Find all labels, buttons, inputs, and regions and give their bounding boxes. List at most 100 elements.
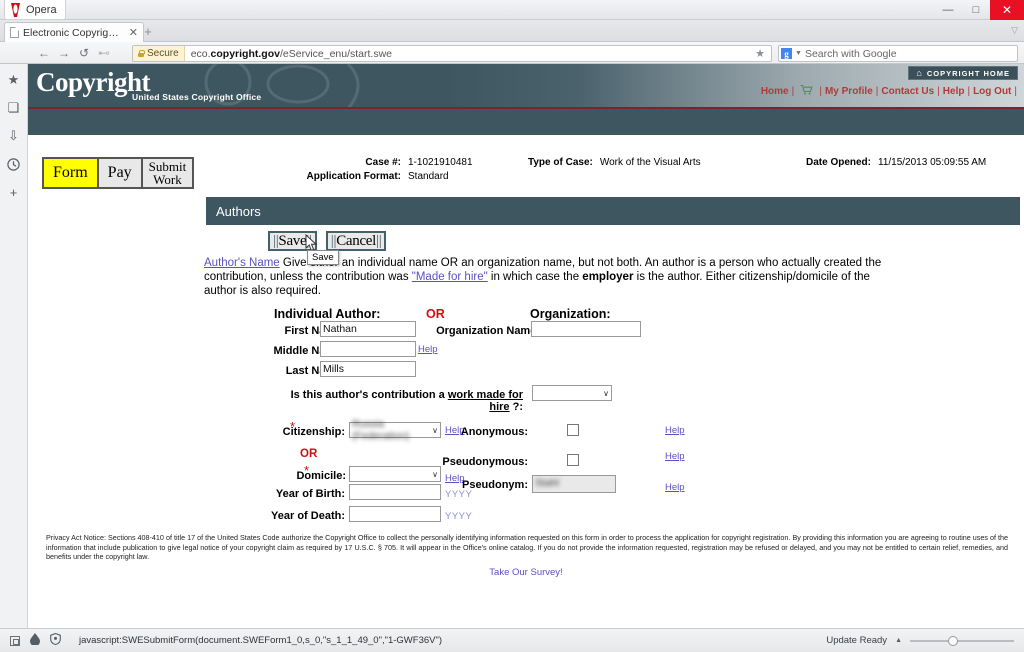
security-badge[interactable]: Secure (133, 46, 185, 61)
year-of-death-label: Year of Death: (271, 510, 345, 522)
extensions-icon[interactable]: ⊷ (94, 46, 114, 60)
status-caret-icon[interactable]: ▲ (895, 637, 902, 644)
work-for-hire-suffix: ?: (509, 401, 523, 413)
nav-link-contact-us[interactable]: Contact Us (881, 86, 934, 97)
authors-name-link[interactable]: Author's Name (204, 257, 280, 269)
work-for-hire-prefix: Is this author's contribution a (290, 389, 448, 401)
made-for-hire-link[interactable]: "Made for hire" (412, 271, 488, 283)
zoom-slider-track (910, 639, 1014, 642)
take-our-survey-link[interactable]: Take Our Survey! (28, 567, 1024, 578)
search-placeholder: Search with Google (804, 47, 897, 60)
sidebar-toggle-icon[interactable] (10, 635, 20, 646)
domicile-label: Domicile: (296, 470, 346, 482)
url-domain: copyright.gov (210, 47, 280, 60)
update-status-label[interactable]: Update Ready (826, 635, 887, 646)
header-dark-band (28, 109, 1024, 135)
type-of-case-label: Type of Case: (528, 157, 593, 168)
section-title: Authors (216, 203, 261, 219)
date-opened-label: Date Opened: (805, 157, 871, 168)
status-bar-right: Update Ready ▲ (826, 635, 1014, 647)
pseudonym-help-link[interactable]: Help (665, 482, 685, 493)
tab-menu-icon[interactable]: ▽ (1011, 25, 1018, 36)
nav-link-help[interactable]: Help (943, 86, 965, 97)
downloads-icon[interactable]: ⇩ (6, 128, 22, 144)
minimize-button[interactable]: — (934, 0, 962, 20)
privacy-act-notice: Privacy Act Notice: Sections 408-410 of … (46, 533, 1008, 562)
close-button[interactable]: ✕ (990, 0, 1024, 20)
nav-link-my-profile[interactable]: My Profile (825, 86, 873, 97)
type-of-case-value: Work of the Visual Arts (599, 157, 701, 168)
pseudonymous-checkbox[interactable] (567, 454, 579, 466)
tab-title: Electronic Copyright O... (23, 26, 123, 39)
nav-separator-6: | (1014, 86, 1017, 97)
section-header-authors: Authors (206, 197, 1020, 225)
employer-emphasis: employer (582, 271, 634, 283)
case-number-label: Case #: (365, 157, 401, 168)
organization-name-field[interactable] (531, 321, 641, 337)
add-icon[interactable]: + (6, 184, 22, 200)
first-name-field[interactable]: Nathan (320, 321, 416, 337)
case-number-value: 1-1021910481 (408, 157, 473, 168)
cancel-label: Cancel (336, 232, 377, 249)
site-header-banner: Copyright United States Copyright Office… (28, 64, 1024, 109)
nav-separator-5: | (967, 86, 971, 97)
back-icon[interactable]: ← (34, 46, 54, 60)
maximize-button[interactable]: □ (962, 0, 990, 20)
case-info: Case #: 1-1021910481 Type of Case: Work … (278, 157, 1018, 185)
cart-icon[interactable] (797, 84, 816, 97)
zoom-slider-knob[interactable] (948, 635, 958, 646)
tab-strip: Electronic Copyright O... ✕ + ▽ (0, 20, 1024, 42)
bookmarks-icon[interactable]: ❏ (6, 100, 22, 116)
browser-tab[interactable]: Electronic Copyright O... ✕ (4, 22, 144, 42)
pseudonym-field[interactable]: Stahl (532, 475, 616, 493)
nav-link-home[interactable]: Home (761, 86, 789, 97)
anonymous-checkbox[interactable] (567, 424, 579, 436)
window-controls: — □ ✕ (934, 0, 1024, 20)
url-path: /eService_enu/start.swe (279, 47, 393, 60)
status-bar-left: javascript:SWESubmitForm(document.SWEFor… (0, 632, 442, 648)
cancel-button[interactable]: | | Cancel | | (325, 231, 387, 251)
last-name-field[interactable]: Mills (320, 361, 416, 377)
instructions-text-2: in which case the (487, 271, 583, 283)
speed-dial-icon[interactable]: ★ (6, 72, 22, 88)
history-icon[interactable] (6, 156, 22, 172)
cancel-right-bar-2: | (378, 232, 382, 249)
or-divider-top: OR (426, 307, 445, 321)
form-action-buttons: ||Save|| ||Cancel|| (268, 231, 387, 251)
reload-icon[interactable]: ↺ (74, 46, 94, 60)
title-bar: Opera — □ ✕ (0, 0, 1024, 20)
tab-close-icon[interactable]: ✕ (129, 26, 138, 39)
nav-link-log-out[interactable]: Log Out (973, 86, 1011, 97)
copyright-home-button[interactable]: ⌂ COPYRIGHT HOME (908, 66, 1018, 80)
site-nav-links: Home | | My Profile | Contact Us | Help | Log Ou… (761, 84, 1020, 97)
address-bar[interactable]: Secure eco.copyright.gov/eService_enu/st… (132, 45, 772, 62)
battery-icon[interactable] (30, 633, 40, 648)
pseudonym-value: Stahl (535, 477, 559, 489)
work-for-hire-select[interactable]: ∨ (532, 385, 612, 401)
tab-submit-work-line2: Work (153, 172, 182, 187)
tab-pay[interactable]: Pay (96, 157, 143, 189)
house-icon: ⌂ (916, 68, 923, 78)
forward-icon[interactable]: → (54, 46, 74, 60)
bookmark-star-icon[interactable]: ★ (755, 47, 765, 60)
anonymous-help-link[interactable]: Help (665, 425, 685, 436)
banner-watermark (148, 64, 448, 107)
secure-label: Secure (147, 48, 179, 59)
logo-c-glyph: C (36, 67, 56, 97)
opera-logo-icon (9, 2, 22, 17)
tab-form[interactable]: Form (42, 157, 99, 189)
url-text: eco.copyright.gov/eService_enu/start.swe (185, 48, 392, 60)
middle-name-field[interactable] (320, 341, 416, 357)
middle-name-help-link[interactable]: Help (418, 344, 438, 355)
chevron-down-icon[interactable]: ▼ (795, 50, 802, 57)
pseudonymous-help-link[interactable]: Help (665, 451, 685, 462)
work-for-hire-label: Is this author's contribution a work mad… (283, 389, 523, 413)
zoom-slider[interactable] (910, 635, 1014, 647)
tab-submit-work[interactable]: Submit Work (140, 157, 195, 189)
search-input[interactable]: g ▼ Search with Google (778, 45, 1018, 62)
copyright-home-label: COPYRIGHT HOME (926, 68, 1010, 78)
new-tab-button[interactable]: + (140, 24, 156, 40)
shield-icon[interactable] (50, 632, 61, 648)
opera-menu-button[interactable]: Opera (4, 0, 66, 20)
year-of-death-field[interactable] (349, 506, 441, 522)
